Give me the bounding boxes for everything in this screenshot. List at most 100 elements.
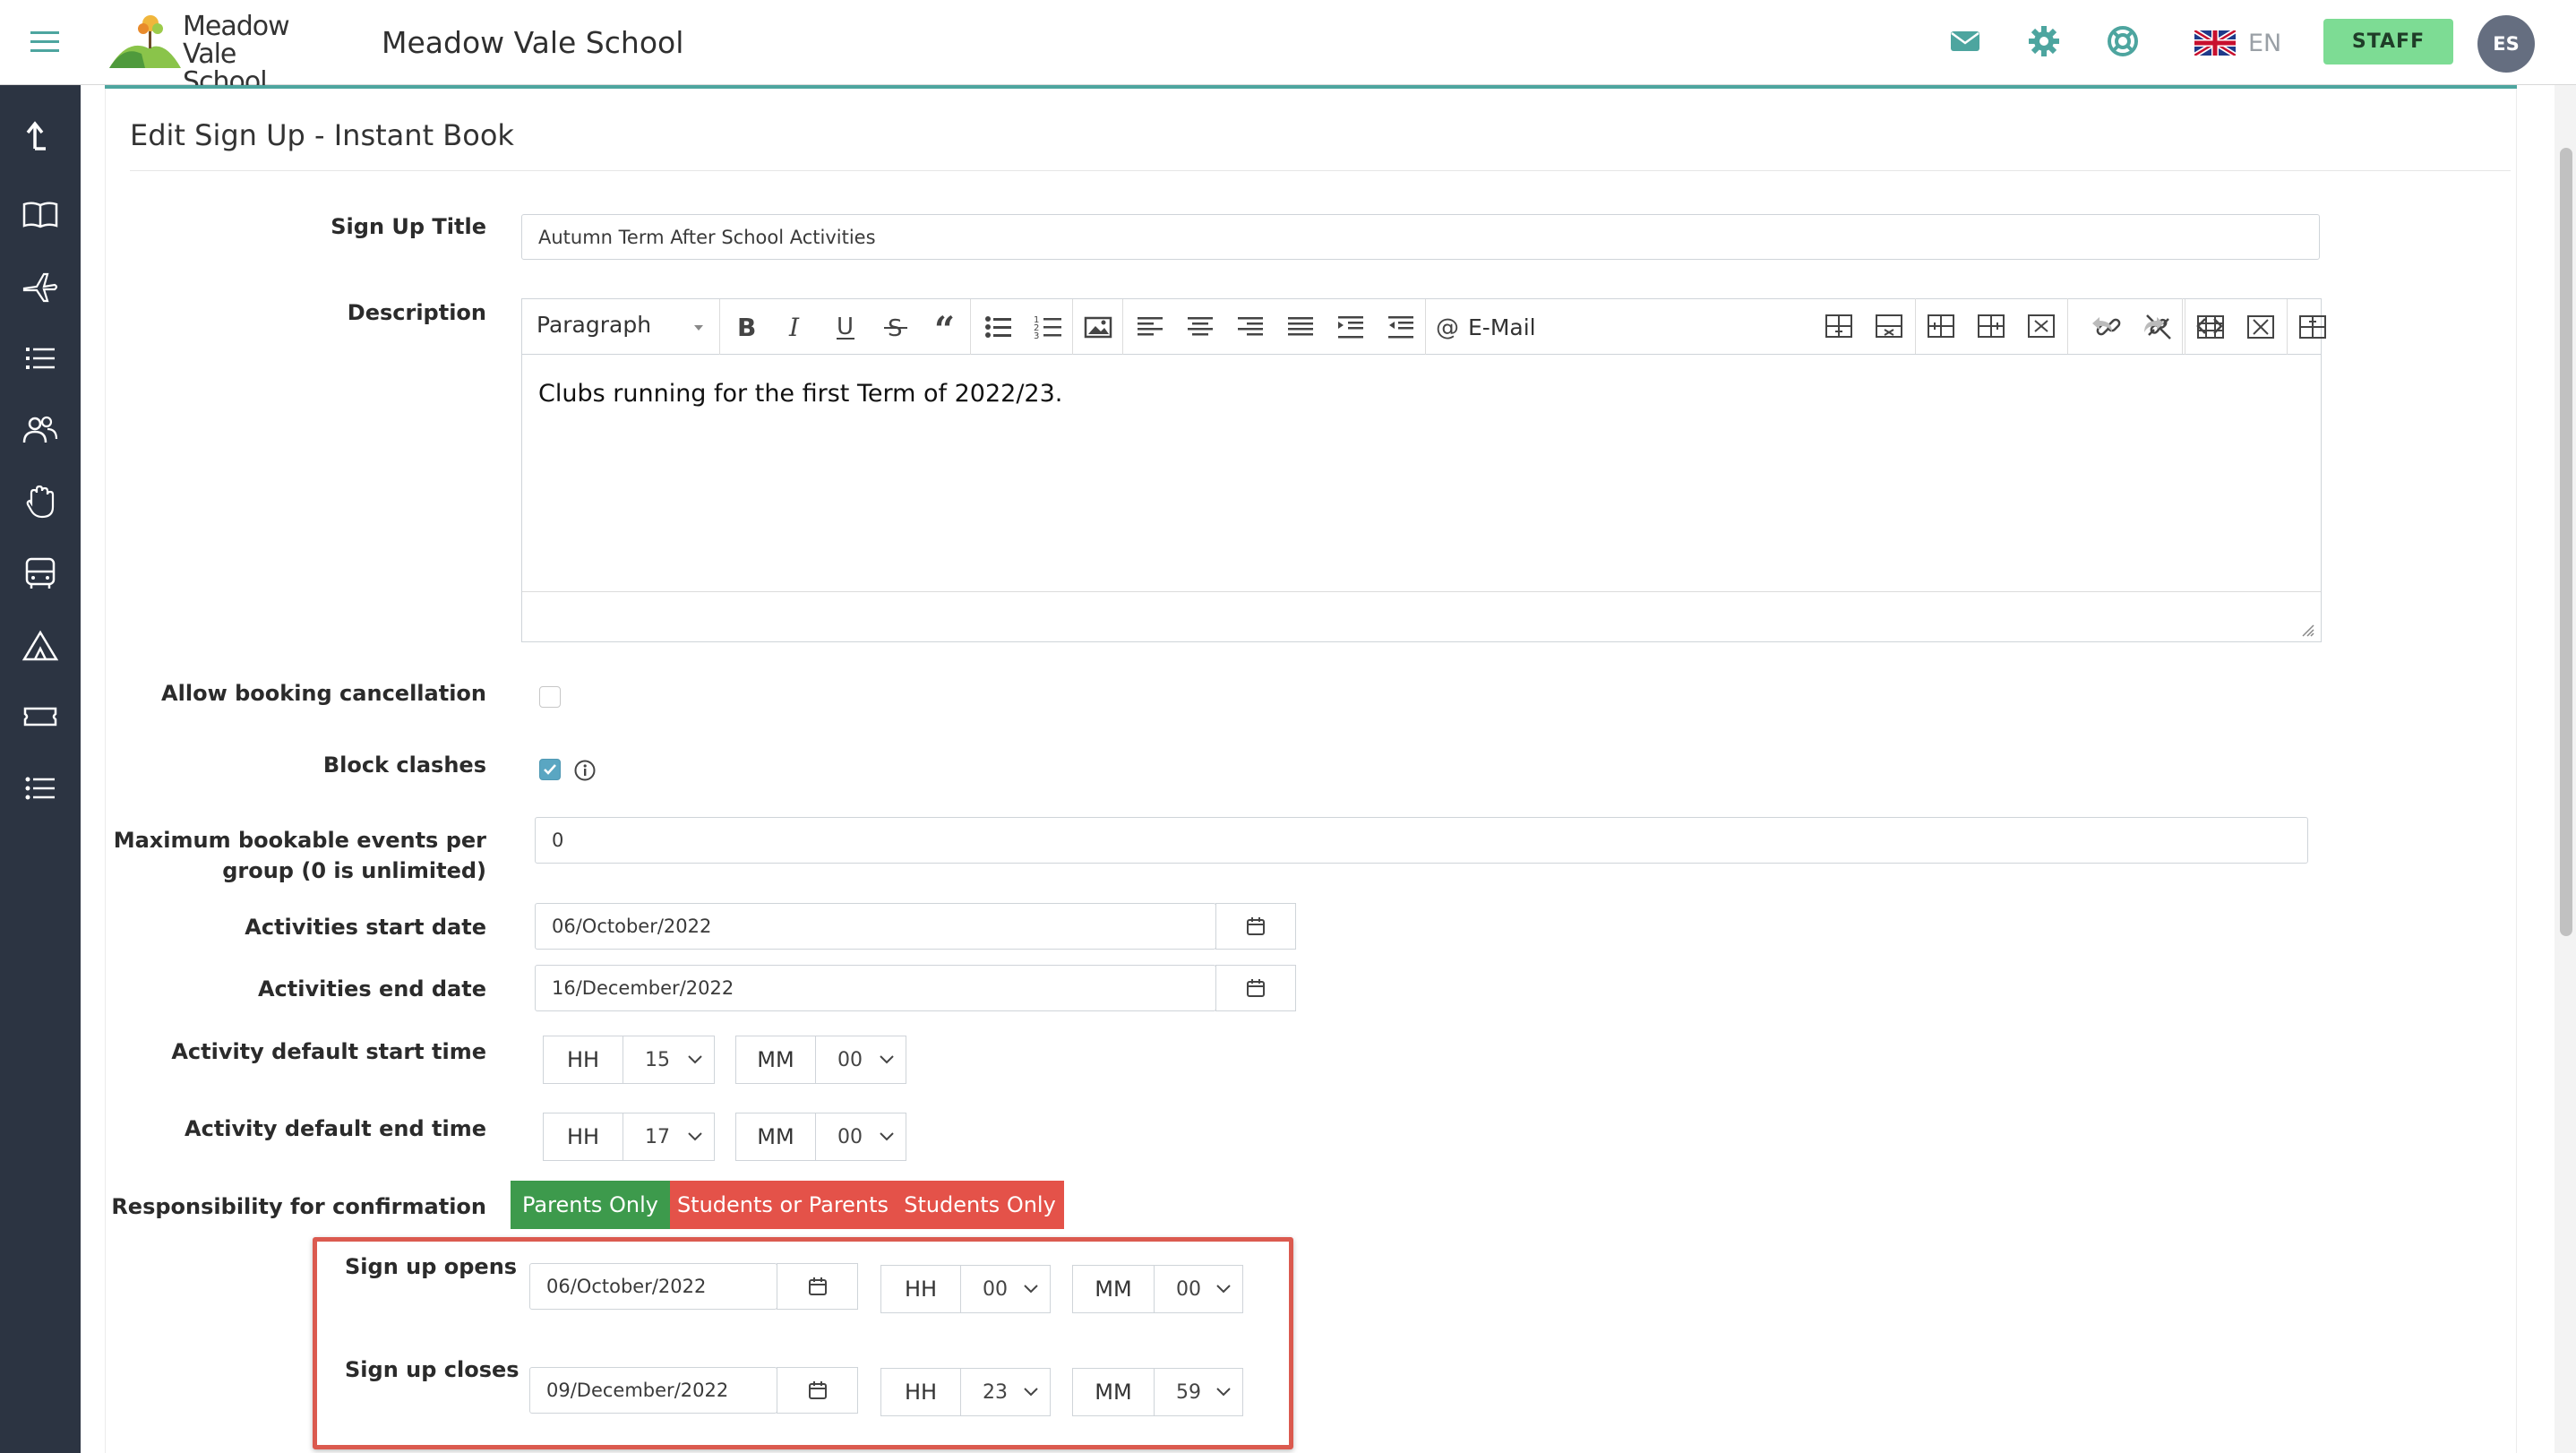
hand-icon[interactable] (21, 482, 60, 521)
signup-closes-hour-select[interactable]: 23 (961, 1368, 1051, 1416)
chevron-down-icon (880, 1055, 894, 1064)
signup-closes-date-input[interactable] (529, 1367, 777, 1414)
calendar-icon (808, 1277, 827, 1295)
delete-column-icon[interactable] (2026, 311, 2057, 341)
chevron-down-icon (688, 1132, 702, 1141)
option-students-or-parents[interactable]: Students or Parents (670, 1181, 896, 1229)
default-end-minute-select[interactable]: 00 (816, 1113, 906, 1161)
blockquote-icon[interactable]: “ (931, 312, 961, 342)
undo-icon[interactable] (2087, 311, 2117, 341)
editor-content[interactable]: Clubs running for the first Term of 2022… (538, 380, 1062, 408)
paragraph-format-select[interactable]: Paragraph (537, 312, 705, 338)
page-scroll-thumb[interactable] (2560, 148, 2572, 936)
insert-image-icon[interactable] (1083, 312, 1113, 342)
block-clashes-label: Block clashes (322, 752, 486, 778)
start-date-input[interactable] (535, 903, 1216, 950)
calendar-icon (1247, 979, 1265, 997)
signup-opens-hour-select[interactable]: 00 (961, 1265, 1051, 1313)
help-lifebuoy-icon[interactable] (2105, 23, 2141, 59)
outdent-icon[interactable] (1386, 312, 1416, 342)
italic-icon[interactable]: I (780, 312, 811, 342)
page-title: Edit Sign Up - Instant Book (130, 118, 514, 152)
chevron-down-icon (1216, 1285, 1231, 1294)
school-logo[interactable]: Meadow Vale School (109, 11, 324, 96)
indent-icon[interactable] (1335, 312, 1366, 342)
signup-opens-minute-select[interactable]: 00 (1155, 1265, 1243, 1313)
bold-icon[interactable]: B (730, 312, 760, 342)
signup-title-input[interactable] (521, 214, 2320, 260)
signup-opens-date-input[interactable] (529, 1263, 777, 1310)
user-avatar[interactable]: ES (2477, 15, 2535, 73)
default-end-hour-value: 17 (645, 1125, 670, 1148)
language-code: EN (2248, 29, 2282, 57)
option-students-only[interactable]: Students Only (896, 1181, 1064, 1229)
default-start-minute-value: 00 (837, 1048, 863, 1071)
upload-arrow-icon[interactable] (21, 116, 60, 156)
staff-button[interactable]: STAFF (2323, 19, 2453, 64)
start-date-calendar-button[interactable] (1215, 903, 1296, 950)
insert-column-after-icon[interactable] (1976, 311, 2006, 341)
logo-line-1: Meadow (183, 11, 290, 42)
insert-column-before-icon[interactable] (1926, 311, 1956, 341)
max-events-label-line1: Maximum bookable events per (113, 828, 486, 853)
info-icon[interactable] (573, 759, 597, 782)
chevron-down-icon (1024, 1285, 1038, 1294)
signup-opens-calendar-button[interactable] (777, 1263, 858, 1310)
insert-row-before-icon[interactable] (2297, 312, 2328, 342)
tent-icon[interactable] (21, 625, 60, 665)
language-selector[interactable]: EN (2194, 25, 2281, 61)
align-right-icon[interactable] (1235, 312, 1266, 342)
max-events-input[interactable] (535, 817, 2308, 864)
align-left-icon[interactable] (1135, 312, 1165, 342)
signup-closes-minute-select[interactable]: 59 (1155, 1368, 1243, 1416)
checkmark-icon (544, 764, 556, 775)
default-start-hour-select[interactable]: 15 (623, 1036, 715, 1084)
redo-icon[interactable] (2139, 311, 2169, 341)
page-scrollbar[interactable] (2555, 85, 2576, 1453)
chevron-down-icon (1024, 1388, 1038, 1397)
signup-opens-label: Sign up opens (345, 1254, 518, 1279)
default-start-time-label: Activity default start time (171, 1039, 486, 1064)
bus-icon[interactable] (21, 554, 60, 593)
list-icon[interactable] (21, 339, 60, 378)
hamburger-menu-icon[interactable] (27, 23, 63, 59)
svg-text:@: @ (1436, 314, 1459, 340)
delete-table-icon[interactable] (2245, 312, 2276, 342)
insert-row-after-icon[interactable] (1824, 311, 1854, 341)
hills-logo-icon (109, 15, 181, 68)
end-date-input[interactable] (535, 965, 1216, 1011)
description-label: Description (347, 300, 486, 325)
allow-cancellation-checkbox[interactable] (539, 686, 561, 708)
delete-row-icon[interactable] (1874, 311, 1904, 341)
align-justify-icon[interactable] (1285, 312, 1316, 342)
underline-icon[interactable]: U (830, 312, 861, 342)
chevron-down-icon (880, 1132, 894, 1141)
insert-email-button[interactable]: @ E-Mail (1436, 312, 1543, 342)
strikethrough-icon[interactable]: S (880, 312, 911, 342)
numbered-list-icon[interactable]: 123 (1033, 312, 1063, 342)
users-icon[interactable] (21, 410, 60, 450)
book-icon[interactable] (21, 195, 60, 235)
calendar-icon (1247, 917, 1265, 935)
settings-gear-icon[interactable] (2026, 23, 2062, 59)
signup-opens-hh-label: HH (880, 1265, 961, 1313)
plane-icon[interactable] (21, 267, 60, 306)
checklist-icon[interactable] (21, 769, 60, 808)
default-start-minute-select[interactable]: 00 (816, 1036, 906, 1084)
source-code-icon[interactable] (2194, 311, 2225, 341)
align-center-icon[interactable] (1185, 312, 1215, 342)
end-date-calendar-button[interactable] (1215, 965, 1296, 1011)
option-parents-only[interactable]: Parents Only (511, 1181, 670, 1229)
default-end-mm-label: MM (735, 1113, 816, 1161)
resize-handle-icon[interactable] (2297, 620, 2315, 638)
mail-icon[interactable] (1947, 23, 1983, 59)
signup-closes-calendar-button[interactable] (777, 1367, 858, 1414)
block-clashes-checkbox[interactable] (539, 759, 561, 780)
caret-down-icon (694, 325, 704, 331)
default-end-hour-select[interactable]: 17 (623, 1113, 715, 1161)
signup-opens-hour-value: 00 (983, 1277, 1008, 1301)
paragraph-format-value: Paragraph (537, 312, 652, 338)
svg-text:B: B (737, 313, 756, 342)
ticket-icon[interactable] (21, 697, 60, 736)
bullet-list-icon[interactable] (983, 312, 1013, 342)
